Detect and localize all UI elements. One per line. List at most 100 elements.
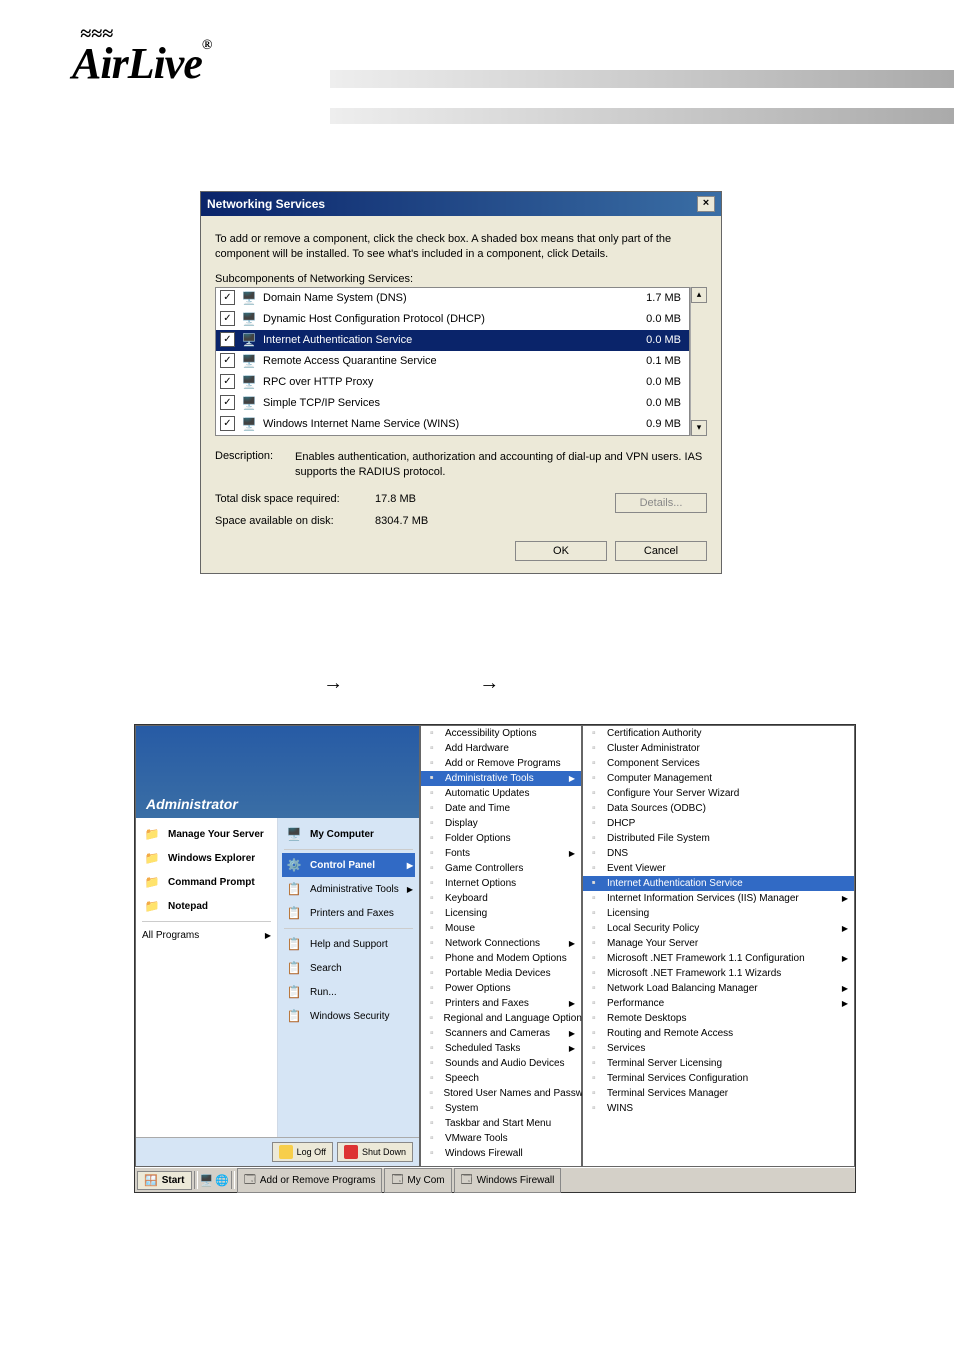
- menu-item[interactable]: ▫️Cluster Administrator: [583, 741, 854, 756]
- all-programs[interactable]: All Programs ▶: [140, 925, 273, 946]
- logoff-button[interactable]: Log Off: [272, 1142, 333, 1162]
- menu-item[interactable]: ▫️Remote Desktops: [583, 1011, 854, 1026]
- start-menu-item[interactable]: 📋Help and Support: [282, 932, 415, 956]
- start-menu-item[interactable]: 📋Windows Security: [282, 1004, 415, 1028]
- start-menu-item[interactable]: 📋Run...: [282, 980, 415, 1004]
- quicklaunch-icon[interactable]: 🖥️: [200, 1174, 214, 1187]
- menu-item[interactable]: ▫️Add or Remove Programs: [421, 756, 581, 771]
- menu-item[interactable]: ▫️Regional and Language Options: [421, 1011, 581, 1026]
- menu-item[interactable]: ▫️Component Services: [583, 756, 854, 771]
- checkbox[interactable]: ✓: [220, 290, 235, 305]
- menu-item[interactable]: ▫️Event Viewer: [583, 861, 854, 876]
- list-item[interactable]: ✓🖥️Domain Name System (DNS)1.7 MB: [216, 288, 689, 309]
- list-item[interactable]: ✓🖥️Dynamic Host Configuration Protocol (…: [216, 309, 689, 330]
- checkbox[interactable]: ✓: [220, 395, 235, 410]
- quicklaunch-icon[interactable]: 🌐: [215, 1174, 229, 1187]
- taskbar-item[interactable]: 🗔Windows Firewall: [454, 1168, 562, 1193]
- list-item[interactable]: ✓🖥️Internet Authentication Service0.0 MB: [216, 330, 689, 351]
- scroll-up-icon[interactable]: ▴: [691, 287, 707, 303]
- scrollbar[interactable]: ▴ ▾: [690, 287, 707, 436]
- menu-item[interactable]: ▫️Microsoft .NET Framework 1.1 Configura…: [583, 951, 854, 966]
- checkbox[interactable]: ✓: [220, 416, 235, 431]
- menu-item[interactable]: ▫️Display: [421, 816, 581, 831]
- menu-item[interactable]: ▫️Speech: [421, 1071, 581, 1086]
- menu-item[interactable]: ▫️Mouse: [421, 921, 581, 936]
- start-button[interactable]: 🪟Start: [137, 1171, 192, 1190]
- start-menu-item[interactable]: 📋Printers and Faxes: [282, 901, 415, 925]
- start-menu-item[interactable]: 📁Command Prompt: [140, 870, 273, 894]
- checkbox[interactable]: ✓: [220, 311, 235, 326]
- menu-item[interactable]: ▫️Computer Management: [583, 771, 854, 786]
- start-menu-item[interactable]: 📁Notepad: [140, 894, 273, 918]
- menu-item[interactable]: ▫️Game Controllers: [421, 861, 581, 876]
- menu-item[interactable]: ▫️Accessibility Options: [421, 726, 581, 741]
- menu-item[interactable]: ▫️Scheduled Tasks▶: [421, 1041, 581, 1056]
- ok-button[interactable]: OK: [515, 541, 607, 561]
- list-item[interactable]: ✓🖥️Simple TCP/IP Services0.0 MB: [216, 393, 689, 414]
- menu-item[interactable]: ▫️Taskbar and Start Menu: [421, 1116, 581, 1131]
- menu-item[interactable]: ▫️Administrative Tools▶: [421, 771, 581, 786]
- menu-item[interactable]: ▫️VMware Tools: [421, 1131, 581, 1146]
- menu-item[interactable]: ▫️Routing and Remote Access: [583, 1026, 854, 1041]
- control-panel-submenu[interactable]: ▫️Accessibility Options▫️Add Hardware▫️A…: [420, 725, 582, 1167]
- menu-item[interactable]: ▫️Stored User Names and Passwords: [421, 1086, 581, 1101]
- menu-item[interactable]: ▫️Terminal Server Licensing: [583, 1056, 854, 1071]
- start-menu-item[interactable]: 📋Administrative Tools▶: [282, 877, 415, 901]
- start-menu-item[interactable]: ⚙️Control Panel▶: [282, 853, 415, 877]
- menu-item[interactable]: ▫️DNS: [583, 846, 854, 861]
- menu-item[interactable]: ▫️WINS: [583, 1101, 854, 1116]
- menu-item[interactable]: ▫️Services: [583, 1041, 854, 1056]
- menu-item[interactable]: ▫️Local Security Policy▶: [583, 921, 854, 936]
- taskbar-item[interactable]: 🗔My Com: [384, 1168, 451, 1193]
- menu-item[interactable]: ▫️Configure Your Server Wizard: [583, 786, 854, 801]
- menu-item[interactable]: ▫️Portable Media Devices: [421, 966, 581, 981]
- menu-item[interactable]: ▫️Folder Options: [421, 831, 581, 846]
- menu-item[interactable]: ▫️Distributed File System: [583, 831, 854, 846]
- menu-item[interactable]: ▫️Microsoft .NET Framework 1.1 Wizards: [583, 966, 854, 981]
- menu-item[interactable]: ▫️Terminal Services Configuration: [583, 1071, 854, 1086]
- menu-item[interactable]: ▫️Add Hardware: [421, 741, 581, 756]
- start-menu-item[interactable]: 📁Manage Your Server: [140, 822, 273, 846]
- menu-item[interactable]: ▫️DHCP: [583, 816, 854, 831]
- subcomponents-list[interactable]: ✓🖥️Domain Name System (DNS)1.7 MB✓🖥️Dyna…: [215, 287, 690, 436]
- menu-item[interactable]: ▫️Network Connections▶: [421, 936, 581, 951]
- admin-tools-submenu[interactable]: ▫️Certification Authority▫️Cluster Admin…: [582, 725, 855, 1167]
- menu-item[interactable]: ▫️Sounds and Audio Devices: [421, 1056, 581, 1071]
- menu-item[interactable]: ▫️Fonts▶: [421, 846, 581, 861]
- start-menu-item[interactable]: 📁Windows Explorer: [140, 846, 273, 870]
- menu-item[interactable]: ▫️Power Options: [421, 981, 581, 996]
- menu-item[interactable]: ▫️Network Load Balancing Manager▶: [583, 981, 854, 996]
- start-menu-left-col[interactable]: 📁Manage Your Server📁Windows Explorer📁Com…: [136, 818, 277, 1137]
- close-icon[interactable]: ×: [697, 196, 715, 212]
- menu-item[interactable]: ▫️Certification Authority: [583, 726, 854, 741]
- checkbox[interactable]: ✓: [220, 332, 235, 347]
- cancel-button[interactable]: Cancel: [615, 541, 707, 561]
- menu-item[interactable]: ▫️Internet Authentication Service: [583, 876, 854, 891]
- menu-item[interactable]: ▫️Terminal Services Manager: [583, 1086, 854, 1101]
- menu-item[interactable]: ▫️Licensing: [583, 906, 854, 921]
- taskbar[interactable]: 🪟Start 🖥️ 🌐 🗔Add or Remove Programs🗔My C…: [135, 1167, 855, 1192]
- menu-item[interactable]: ▫️Phone and Modem Options: [421, 951, 581, 966]
- menu-item[interactable]: ▫️Scanners and Cameras▶: [421, 1026, 581, 1041]
- list-item[interactable]: ✓🖥️Remote Access Quarantine Service0.1 M…: [216, 351, 689, 372]
- scroll-down-icon[interactable]: ▾: [691, 420, 707, 436]
- menu-item[interactable]: ▫️Manage Your Server: [583, 936, 854, 951]
- list-item[interactable]: ✓🖥️RPC over HTTP Proxy0.0 MB: [216, 372, 689, 393]
- menu-item[interactable]: ▫️Windows Firewall: [421, 1146, 581, 1161]
- start-menu-right-col[interactable]: 🖥️My Computer ⚙️Control Panel▶📋Administra…: [277, 818, 419, 1137]
- menu-item[interactable]: ▫️Performance▶: [583, 996, 854, 1011]
- checkbox[interactable]: ✓: [220, 353, 235, 368]
- menu-item[interactable]: ▫️Keyboard: [421, 891, 581, 906]
- menu-item[interactable]: ▫️Licensing: [421, 906, 581, 921]
- list-item[interactable]: ✓🖥️Windows Internet Name Service (WINS)0…: [216, 414, 689, 435]
- menu-item[interactable]: ▫️System: [421, 1101, 581, 1116]
- menu-item[interactable]: ▫️Internet Options: [421, 876, 581, 891]
- checkbox[interactable]: ✓: [220, 374, 235, 389]
- menu-item[interactable]: ▫️Printers and Faxes▶: [421, 996, 581, 1011]
- shutdown-button[interactable]: Shut Down: [337, 1142, 413, 1162]
- taskbar-item[interactable]: 🗔Add or Remove Programs: [237, 1168, 383, 1193]
- start-menu-item[interactable]: 📋Search: [282, 956, 415, 980]
- menu-item[interactable]: ▫️Automatic Updates: [421, 786, 581, 801]
- menu-item[interactable]: ▫️Internet Information Services (IIS) Ma…: [583, 891, 854, 906]
- start-menu-item[interactable]: 🖥️My Computer: [282, 822, 415, 846]
